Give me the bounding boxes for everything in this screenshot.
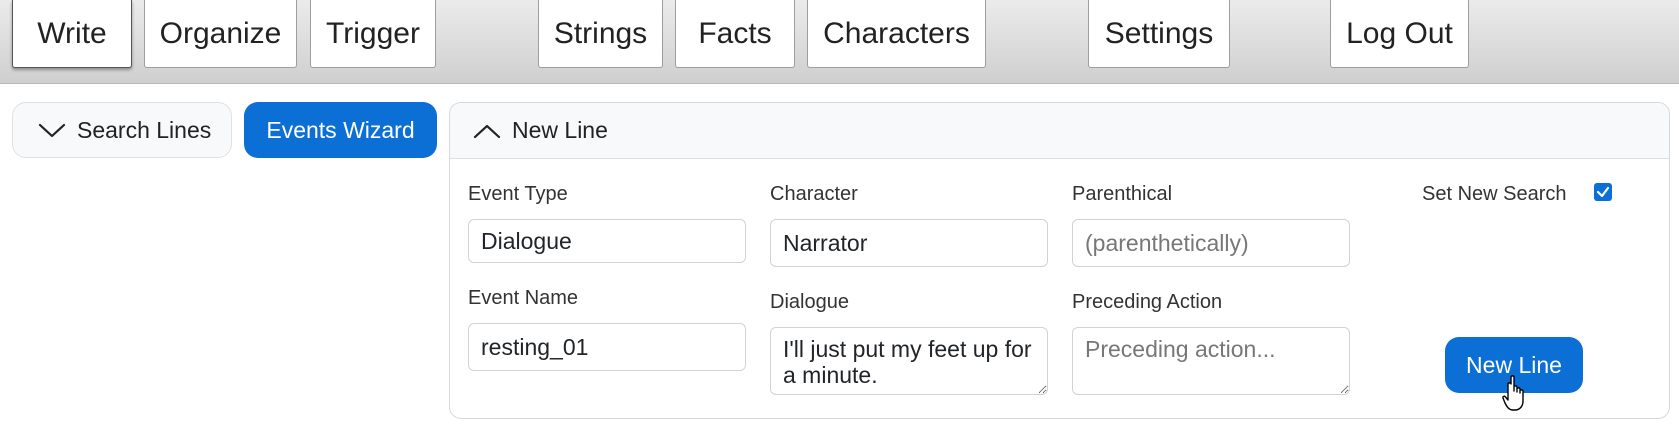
top-nav-bar: Write Organize Trigger Strings Facts Cha… (0, 0, 1679, 84)
parenthical-field[interactable] (1072, 219, 1350, 267)
nav-trigger-button[interactable]: Trigger (310, 0, 436, 68)
hand-pointer-icon (1502, 375, 1524, 411)
character-field[interactable] (770, 219, 1048, 267)
set-new-search-label: Set New Search (1422, 183, 1567, 205)
dialogue-label: Dialogue (770, 291, 849, 313)
parenthical-label: Parenthical (1072, 183, 1173, 205)
new-line-panel: New Line Event Type Character Parenthica… (449, 102, 1670, 419)
search-lines-toggle[interactable]: Search Lines (12, 102, 232, 158)
nav-logout-button[interactable]: Log Out (1330, 0, 1469, 68)
checkmark-icon (1596, 186, 1610, 198)
new-line-header[interactable]: New Line (450, 103, 1669, 159)
event-name-field[interactable] (468, 323, 746, 371)
set-new-search-checkbox[interactable] (1594, 183, 1612, 201)
event-name-label: Event Name (468, 287, 579, 309)
preceding-action-label: Preceding Action (1072, 291, 1223, 313)
chevron-up-icon (473, 124, 501, 138)
nav-write-button[interactable]: Write (12, 0, 132, 68)
nav-settings-button[interactable]: Settings (1088, 0, 1230, 68)
nav-facts-button[interactable]: Facts (675, 0, 795, 68)
character-label: Character (770, 183, 858, 205)
event-type-label: Event Type (468, 183, 568, 205)
chevron-down-icon (38, 123, 66, 138)
new-line-title: New Line (512, 117, 608, 143)
preceding-action-field[interactable] (1072, 327, 1350, 395)
event-type-field[interactable] (468, 219, 746, 263)
nav-strings-button[interactable]: Strings (538, 0, 663, 68)
search-lines-label: Search Lines (77, 116, 212, 143)
nav-characters-button[interactable]: Characters (807, 0, 986, 68)
events-wizard-button[interactable]: Events Wizard (244, 102, 437, 158)
nav-organize-button[interactable]: Organize (144, 0, 297, 68)
dialogue-field[interactable]: I'll just put my feet up for a minute. (770, 327, 1048, 395)
